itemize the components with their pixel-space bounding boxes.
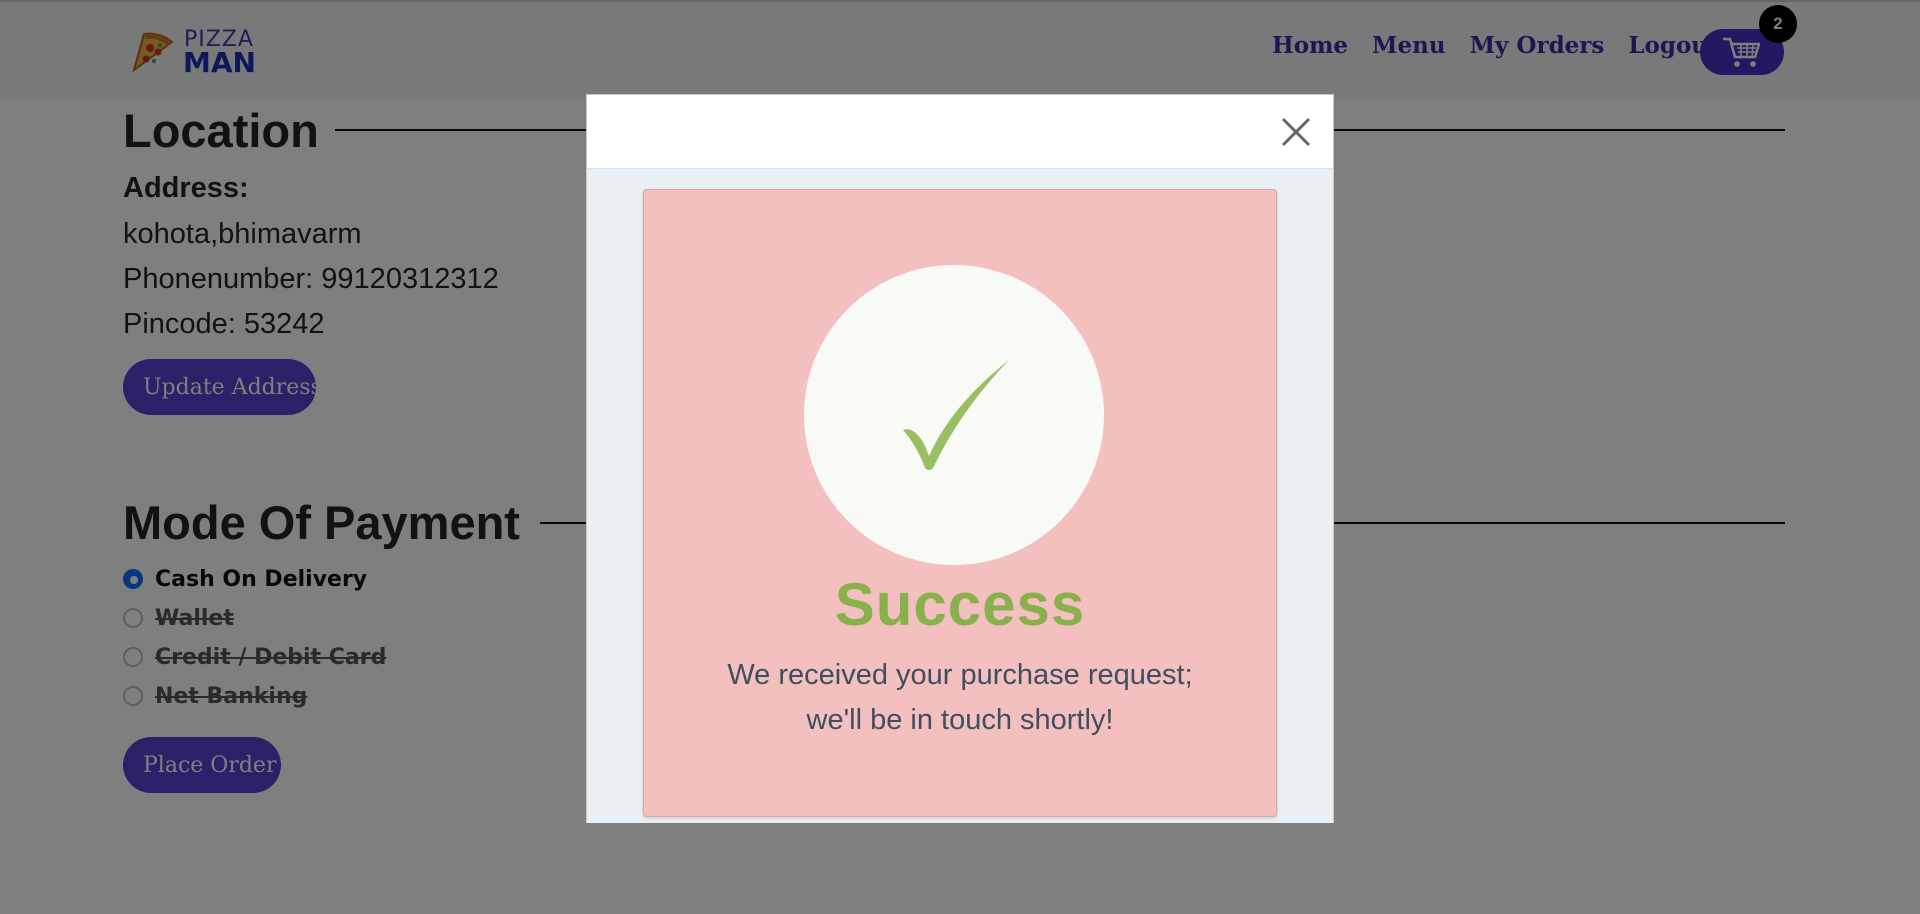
modal-header xyxy=(587,95,1333,169)
success-card: Success We received your purchase reques… xyxy=(643,189,1277,817)
success-message-line2: we'll be in touch shortly! xyxy=(806,704,1114,736)
success-modal: Success We received your purchase reques… xyxy=(586,94,1334,823)
close-icon[interactable] xyxy=(1279,115,1313,149)
success-title: Success xyxy=(834,571,1086,638)
checkmark-icon xyxy=(903,360,1009,470)
success-message-line1: We received your purchase request; xyxy=(727,659,1193,691)
success-message: We received your purchase request; we'll… xyxy=(644,653,1276,743)
success-circle xyxy=(804,265,1104,565)
